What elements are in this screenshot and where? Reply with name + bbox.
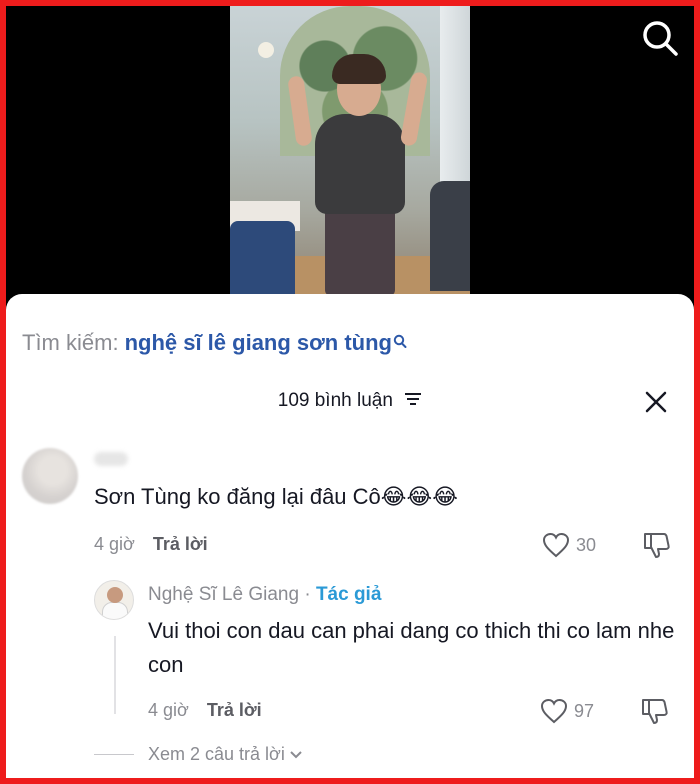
reply-dislike-button[interactable] (640, 696, 670, 731)
reply-thread-line (114, 636, 116, 714)
comment-body: Sơn Tùng ko đăng lại đâu Cô (94, 484, 381, 509)
commenter-avatar[interactable] (22, 448, 78, 504)
video-blue-chair (230, 221, 295, 296)
more-replies-divider (94, 754, 134, 755)
related-search-query[interactable]: nghệ sĩ lê giang sơn tùng (125, 330, 392, 355)
reply-author-line: Nghệ Sĩ Lê Giang · Tác giả (148, 584, 381, 606)
reply-reply-button[interactable]: Trả lời (207, 700, 262, 720)
comments-count: 109 bình luận (277, 390, 393, 412)
chevron-down-icon (290, 750, 302, 758)
reply-like-button[interactable]: 97 (540, 698, 594, 724)
video-player[interactable] (230, 6, 470, 296)
author-badge: Tác giả (315, 584, 382, 605)
comment-meta: 4 giờ Trả lời (94, 534, 208, 555)
video-person-legs (325, 206, 395, 296)
reply-like-count: 97 (574, 700, 595, 721)
comment-emoji: 😂😂😂 (380, 485, 458, 510)
thumbs-down-icon (644, 533, 670, 558)
close-button[interactable] (644, 390, 668, 414)
comments-sheet: Tìm kiếm: nghệ sĩ lê giang sơn tùng 109 b… (6, 294, 694, 778)
close-icon (645, 391, 667, 413)
commenter-username[interactable] (94, 452, 128, 466)
video-grey-chair (430, 181, 470, 291)
related-search-prefix: Tìm kiếm: (22, 330, 119, 355)
avatar-figure-head (107, 587, 123, 603)
small-search-icon (393, 330, 407, 356)
comment-time: 4 giờ (94, 534, 135, 554)
video-wall-lamp (258, 42, 274, 58)
search-button[interactable] (640, 18, 680, 58)
heart-icon (542, 532, 570, 558)
heart-icon (540, 698, 568, 724)
avatar-figure-body (102, 602, 128, 619)
reply-username[interactable]: Nghệ Sĩ Lê Giang (148, 584, 299, 605)
thumbs-down-icon (642, 699, 668, 724)
reply-text: Vui thoi con dau can phai dang co thich … (148, 618, 675, 677)
sort-filter-icon[interactable] (404, 390, 422, 412)
reply-time: 4 giờ (148, 700, 189, 720)
view-more-replies-label: Xem 2 câu trả lời (148, 744, 285, 764)
related-search[interactable]: Tìm kiếm: nghệ sĩ lê giang sơn tùng (22, 330, 407, 356)
search-icon (643, 21, 678, 56)
comment-dislike-button[interactable] (642, 530, 672, 565)
video-person-body (315, 114, 405, 214)
reply-meta: 4 giờ Trả lời (148, 700, 262, 721)
comment-like-count: 30 (576, 534, 597, 555)
comment-reply-button[interactable]: Trả lời (153, 534, 208, 554)
comment-text: Sơn Tùng ko đăng lại đâu Cô😂😂😂 (94, 484, 458, 510)
video-person-hair (332, 54, 386, 84)
reply-separator: · (304, 584, 311, 605)
reply-author-avatar[interactable] (94, 580, 134, 620)
view-more-replies-button[interactable]: Xem 2 câu trả lời (94, 744, 303, 765)
app-frame: Tìm kiếm: nghệ sĩ lê giang sơn tùng 109 b… (6, 6, 694, 778)
comments-header: 109 bình luận (6, 390, 694, 412)
comment-like-button[interactable]: 30 (542, 532, 596, 558)
